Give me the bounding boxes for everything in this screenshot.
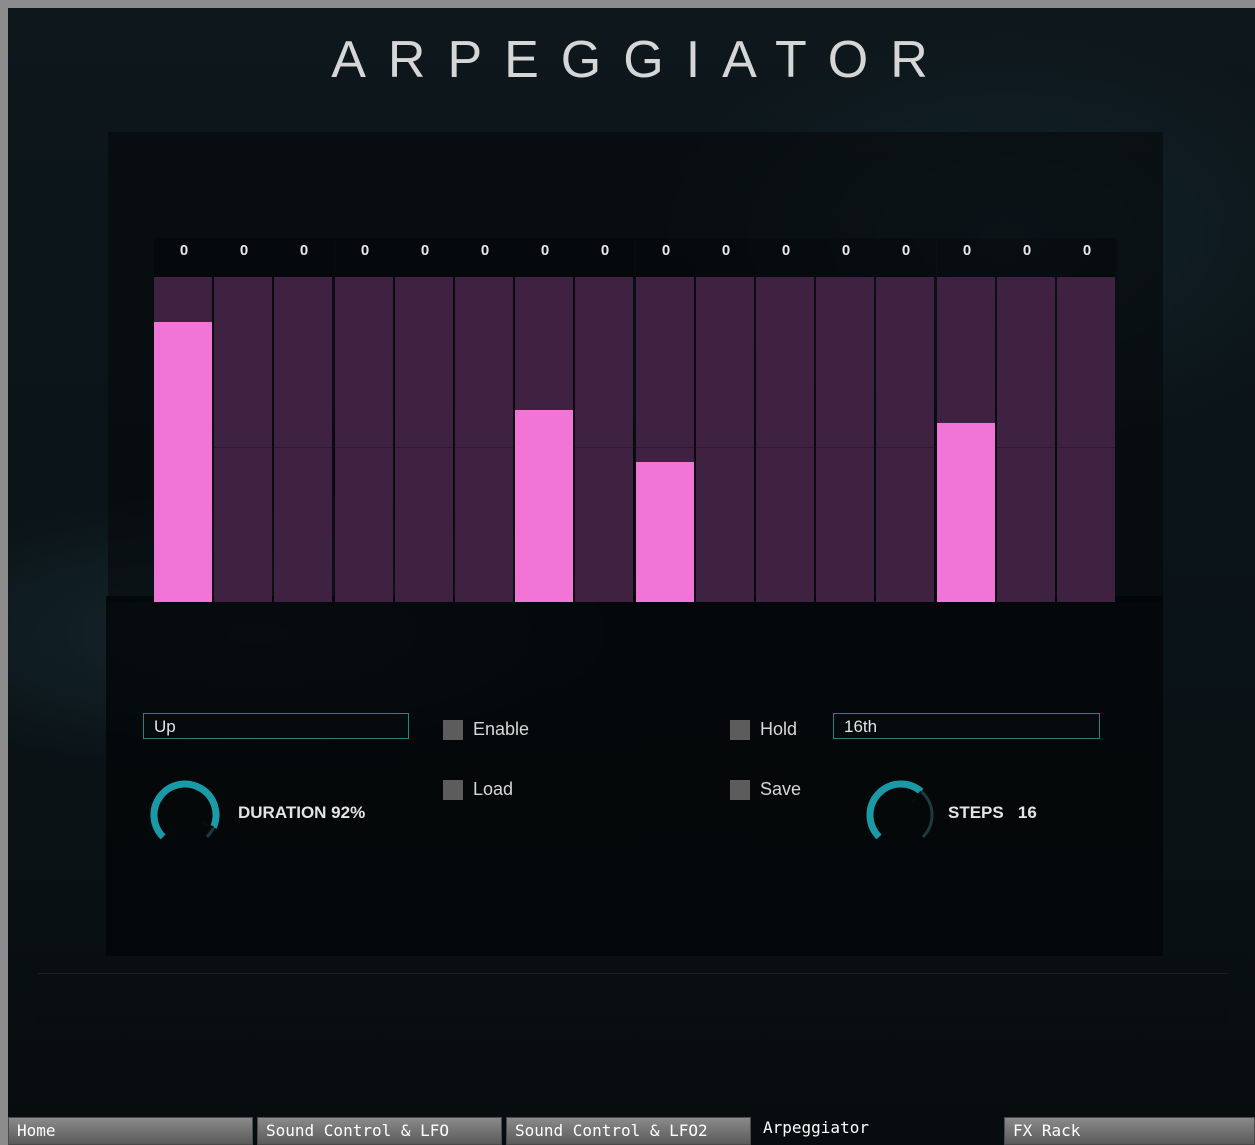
tab-sound-control-lfo2[interactable]: Sound Control & LFO2 <box>506 1117 751 1145</box>
enable-checkbox[interactable]: Enable <box>443 719 529 740</box>
step-slider-15[interactable] <box>997 277 1055 602</box>
step-value-9: 0 <box>636 238 696 278</box>
step-slider-5[interactable] <box>395 277 453 602</box>
hold-checkbox[interactable]: Hold <box>730 719 797 740</box>
steps-label-group: STEPS 16 <box>948 803 1037 823</box>
step-midline <box>696 447 754 448</box>
step-midline <box>756 447 814 448</box>
step-slider-8[interactable] <box>575 277 633 602</box>
step-slider-4[interactable] <box>335 277 393 602</box>
tab-sound-control-lfo[interactable]: Sound Control & LFO <box>257 1117 502 1145</box>
step-slider-6[interactable] <box>455 277 513 602</box>
step-slider-2[interactable] <box>214 277 272 602</box>
steps-value: 16 <box>1017 803 1037 822</box>
step-value-10: 0 <box>696 238 756 278</box>
duration-label: DURATION 92% <box>238 803 366 822</box>
tab-home[interactable]: Home <box>8 1117 253 1145</box>
step-value-5: 0 <box>395 238 455 278</box>
step-bar-7[interactable] <box>515 410 573 602</box>
step-slider-3[interactable] <box>274 277 332 602</box>
step-value-3: 0 <box>274 238 334 278</box>
step-slider-1[interactable] <box>154 277 212 602</box>
step-sequencer[interactable] <box>154 277 1117 602</box>
duration-knob[interactable] <box>149 779 221 851</box>
step-slider-16[interactable] <box>1057 277 1115 602</box>
step-value-16: 0 <box>1057 238 1117 278</box>
step-slider-9[interactable] <box>636 277 694 602</box>
hold-checkbox-box[interactable] <box>730 719 750 740</box>
step-midline <box>214 447 272 448</box>
step-value-13: 0 <box>876 238 936 278</box>
load-checkbox[interactable]: Load <box>443 779 513 800</box>
step-value-2: 0 <box>214 238 274 278</box>
step-slider-14[interactable] <box>937 277 995 602</box>
arpeggiator-window: ARPEGGIATOR 0000000000000000 Up 16th Ena… <box>8 8 1255 1145</box>
step-midline <box>575 447 633 448</box>
save-checkbox-box[interactable] <box>730 779 750 800</box>
step-midline <box>455 447 513 448</box>
controls-panel <box>106 596 1163 956</box>
step-midline <box>395 447 453 448</box>
step-midline <box>1057 447 1115 448</box>
step-value-14: 0 <box>937 238 997 278</box>
step-value-1: 0 <box>154 238 214 278</box>
arp-mode-select[interactable]: Up <box>143 713 409 739</box>
step-value-6: 0 <box>455 238 515 278</box>
step-slider-7[interactable] <box>515 277 573 602</box>
step-midline <box>274 447 332 448</box>
tab-arpeggiator[interactable]: Arpeggiator <box>755 1115 1000 1143</box>
step-midline <box>335 447 393 448</box>
enable-label: Enable <box>473 719 530 739</box>
load-label: Load <box>473 779 514 799</box>
step-midline <box>636 447 694 448</box>
arp-rate-select[interactable]: 16th <box>833 713 1100 739</box>
save-label: Save <box>760 779 802 799</box>
save-checkbox[interactable]: Save <box>730 779 801 800</box>
steps-knob[interactable] <box>865 779 937 851</box>
step-bar-14[interactable] <box>937 423 995 602</box>
bottom-strip <box>38 973 1228 1024</box>
tab-bar: Home Sound Control & LFO Sound Control & L… <box>8 1115 1255 1145</box>
tab-fx-rack[interactable]: FX Rack <box>1004 1117 1255 1145</box>
step-slider-13[interactable] <box>876 277 934 602</box>
page-title: ARPEGGIATOR <box>331 31 950 89</box>
step-value-8: 0 <box>575 238 635 278</box>
step-midline <box>876 447 934 448</box>
step-midline <box>997 447 1055 448</box>
step-bar-1[interactable] <box>154 322 212 602</box>
step-value-4: 0 <box>335 238 395 278</box>
step-value-11: 0 <box>756 238 816 278</box>
steps-label: STEPS <box>948 803 1004 822</box>
step-value-15: 0 <box>997 238 1057 278</box>
load-checkbox-box[interactable] <box>443 779 463 800</box>
step-value-12: 0 <box>816 238 876 278</box>
step-midline <box>816 447 874 448</box>
step-slider-10[interactable] <box>696 277 754 602</box>
step-bar-9[interactable] <box>636 462 694 602</box>
step-value-7: 0 <box>515 238 575 278</box>
step-slider-11[interactable] <box>756 277 814 602</box>
step-slider-12[interactable] <box>816 277 874 602</box>
enable-checkbox-box[interactable] <box>443 719 463 740</box>
hold-label: Hold <box>760 719 798 739</box>
